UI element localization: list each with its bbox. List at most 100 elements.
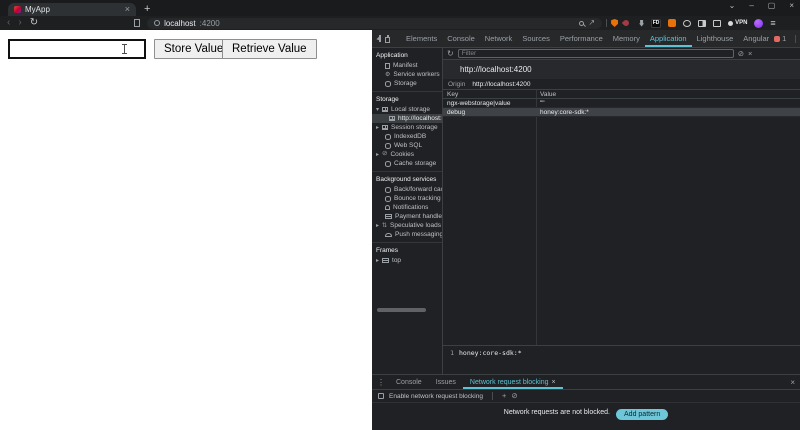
expander-open-icon[interactable]: ▾	[376, 107, 379, 113]
drawer-tab-console[interactable]: Console	[389, 375, 429, 389]
browser-window: MyApp × + ⌄ – ▢ × ‹ › ↻ localhost :4200 …	[0, 0, 800, 430]
inspect-element-icon[interactable]	[379, 35, 381, 42]
clear-all-icon[interactable]: ⊘	[738, 50, 744, 58]
manifest-icon	[385, 62, 390, 69]
sidebar-item-service-workers[interactable]: ⚙ Service workers	[372, 70, 442, 79]
sidebar-item-indexeddb[interactable]: IndexedDB	[372, 132, 442, 141]
sidebar-item-payment-handler[interactable]: Payment handler	[372, 212, 442, 221]
sidebar-horizontal-scrollbar[interactable]	[377, 308, 426, 312]
enable-blocking-checkbox[interactable]	[378, 393, 384, 399]
tab-angular[interactable]: Angular	[738, 30, 774, 47]
sidebar-item-notifications[interactable]: Notifications	[372, 203, 442, 212]
column-key[interactable]: Key	[443, 91, 536, 98]
storage-view: ↻ Filter ⊘ × http://localhost:4200 Origi…	[443, 48, 800, 374]
storage-origin-title: http://localhost:4200	[443, 60, 800, 79]
drawer-tab-network-blocking[interactable]: Network request blocking ×	[463, 375, 563, 389]
tab-network[interactable]: Network	[480, 30, 518, 47]
cookies-icon: ⊘	[382, 150, 388, 158]
sidebar-item-manifest[interactable]: Manifest	[372, 61, 442, 70]
delete-selected-icon[interactable]: ×	[748, 50, 752, 58]
tab-performance[interactable]: Performance	[555, 30, 608, 47]
fd-extension-badge[interactable]: FD	[651, 18, 662, 28]
window-maximize-icon[interactable]: ▢	[768, 1, 776, 10]
error-count-badge[interactable]: 1	[774, 34, 786, 43]
vpn-badge[interactable]: VPN	[728, 20, 747, 26]
sidebar-item-web-sql[interactable]: Web SQL	[372, 141, 442, 150]
sidebar-item-push-messaging[interactable]: Push messaging	[372, 230, 442, 239]
sidebar-item-bf-cache[interactable]: Back/forward cache	[372, 185, 442, 194]
drawer-tab-close-icon[interactable]: ×	[552, 379, 556, 386]
session-storage-icon	[382, 125, 389, 130]
tab-memory[interactable]: Memory	[608, 30, 645, 47]
share-icon[interactable]: ↗	[588, 19, 595, 27]
refresh-icon[interactable]: ↻	[447, 49, 454, 58]
window-close-icon[interactable]: ×	[789, 1, 794, 10]
sidebar-item-bounce-tracking[interactable]: Bounce tracking mitigations	[372, 194, 442, 203]
sidebar-item-speculative-loads[interactable]: ▸ ⇅ Speculative loads	[372, 221, 442, 230]
sidebar-item-cookies[interactable]: ▸ ⊘ Cookies	[372, 150, 442, 159]
bookmark-panel-icon[interactable]	[134, 19, 141, 27]
tab-console[interactable]: Console	[442, 30, 480, 47]
forward-icon[interactable]: ›	[18, 18, 21, 28]
error-icon	[774, 35, 781, 42]
url-port: :4200	[199, 18, 220, 28]
site-info-icon[interactable]	[154, 20, 161, 26]
sidebar-item-local-storage[interactable]: ▾ Local storage	[372, 105, 442, 114]
shield-extension-icon[interactable]	[611, 19, 619, 27]
window-dropdown-icon[interactable]: ⌄	[729, 1, 736, 10]
preview-code: honey:core-sdk:*	[459, 349, 522, 357]
column-value[interactable]: Value	[536, 91, 800, 98]
drawer-tab-issues[interactable]: Issues	[429, 375, 463, 389]
split-view-icon[interactable]	[698, 19, 707, 27]
expander-closed-icon[interactable]: ▸	[376, 258, 379, 264]
enable-blocking-label: Enable network request blocking	[389, 392, 483, 400]
profile-avatar[interactable]	[754, 18, 764, 28]
device-toolbar-icon[interactable]	[385, 35, 390, 43]
browser-menu-icon[interactable]: ≡	[770, 18, 775, 28]
address-bar[interactable]: localhost :4200 ↗	[147, 17, 603, 29]
expander-closed-icon[interactable]: ▸	[376, 125, 379, 131]
drawer-close-icon[interactable]: ×	[790, 378, 795, 387]
sidebar-item-origin[interactable]: http://localhost:4200	[372, 114, 442, 123]
tab-title: MyApp	[25, 5, 50, 14]
tab-elements[interactable]: Elements	[401, 30, 442, 47]
orange-extension-icon[interactable]	[668, 19, 677, 27]
expander-closed-icon[interactable]: ▸	[376, 152, 379, 158]
blocking-empty-state: Network requests are not blocked. Add pa…	[372, 403, 800, 430]
retrieve-value-button[interactable]: Retrieve Value	[222, 39, 317, 59]
filter-input[interactable]: Filter	[457, 49, 734, 58]
zoom-icon[interactable]	[579, 20, 585, 26]
bf-cache-icon	[385, 186, 391, 193]
flame-extension-icon[interactable]	[621, 18, 631, 28]
add-pattern-icon[interactable]: +	[502, 392, 506, 400]
drawer-menu-icon[interactable]: ⋮	[377, 378, 385, 387]
add-pattern-button[interactable]: Add pattern	[616, 409, 669, 420]
expander-closed-icon[interactable]: ▸	[376, 223, 379, 229]
value-input[interactable]	[8, 39, 146, 59]
extensions-pin-icon[interactable]	[639, 19, 645, 27]
section-application: Application	[376, 52, 408, 59]
sidebar-item-top-frame[interactable]: ▸ top	[372, 256, 442, 265]
tab-group-icon[interactable]	[713, 19, 722, 27]
sidebar-item-cache-storage[interactable]: Cache storage	[372, 159, 442, 168]
reload-icon[interactable]: ↻	[30, 18, 38, 28]
chat-extension-icon[interactable]	[683, 19, 692, 27]
page-favicon-icon	[14, 6, 21, 13]
table-row-selected[interactable]: debug honey:core-sdk:*	[443, 108, 800, 117]
window-minimize-icon[interactable]: –	[749, 1, 753, 10]
table-row[interactable]: ngx-webstorage|value ""	[443, 99, 800, 108]
push-cloud-icon	[385, 232, 392, 237]
tab-application[interactable]: Application	[645, 30, 692, 47]
tab-lighthouse[interactable]: Lighthouse	[692, 30, 739, 47]
web-page: Store Value Retrieve Value	[0, 30, 372, 430]
browser-tab[interactable]: MyApp ×	[8, 3, 136, 16]
storage-data-grid: Key Value ngx-webstorage|value "" debug …	[443, 90, 800, 345]
indexeddb-icon	[385, 133, 391, 140]
remove-patterns-icon[interactable]: ⊘	[511, 392, 517, 400]
sidebar-item-storage[interactable]: Storage	[372, 79, 442, 88]
tab-close-icon[interactable]: ×	[125, 5, 130, 14]
sidebar-item-session-storage[interactable]: ▸ Session storage	[372, 123, 442, 132]
back-icon[interactable]: ‹	[7, 18, 10, 28]
new-tab-button[interactable]: +	[144, 4, 150, 16]
tab-sources[interactable]: Sources	[517, 30, 555, 47]
